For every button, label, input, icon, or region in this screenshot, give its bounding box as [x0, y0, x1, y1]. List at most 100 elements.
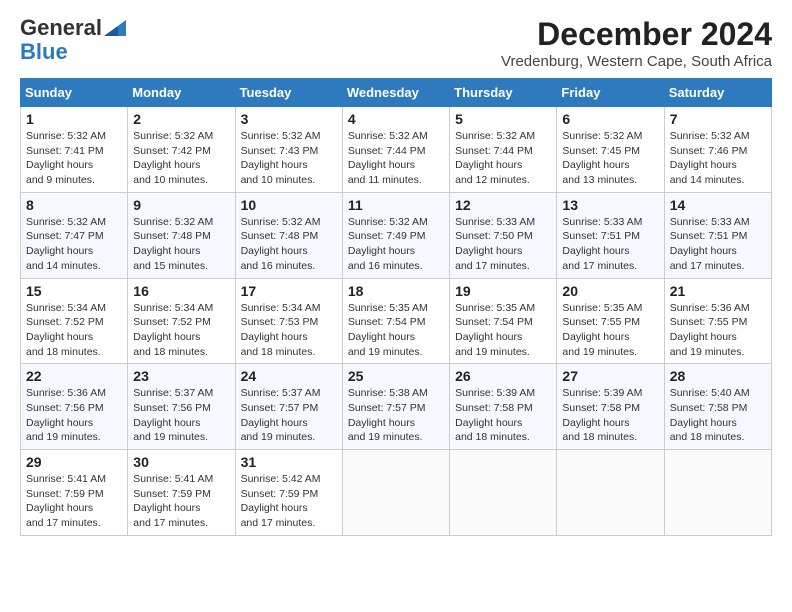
day-info: Sunrise: 5:32 AM Sunset: 7:44 PM Dayligh…: [348, 129, 444, 188]
day-info: Sunrise: 5:40 AM Sunset: 7:58 PM Dayligh…: [670, 386, 766, 445]
day-info: Sunrise: 5:36 AM Sunset: 7:56 PM Dayligh…: [26, 386, 122, 445]
day-info: Sunrise: 5:32 AM Sunset: 7:45 PM Dayligh…: [562, 129, 658, 188]
calendar-header-saturday: Saturday: [664, 79, 771, 107]
day-number: 14: [670, 197, 766, 213]
day-number: 21: [670, 283, 766, 299]
day-number: 5: [455, 111, 551, 127]
calendar-cell: 7 Sunrise: 5:32 AM Sunset: 7:46 PM Dayli…: [664, 107, 771, 193]
calendar-cell: 16 Sunrise: 5:34 AM Sunset: 7:52 PM Dayl…: [128, 278, 235, 364]
calendar-cell: [450, 450, 557, 536]
day-number: 2: [133, 111, 229, 127]
calendar-header-row: SundayMondayTuesdayWednesdayThursdayFrid…: [21, 79, 772, 107]
day-info: Sunrise: 5:33 AM Sunset: 7:51 PM Dayligh…: [670, 215, 766, 274]
calendar-cell: 13 Sunrise: 5:33 AM Sunset: 7:51 PM Dayl…: [557, 192, 664, 278]
day-info: Sunrise: 5:32 AM Sunset: 7:48 PM Dayligh…: [133, 215, 229, 274]
calendar-header-sunday: Sunday: [21, 79, 128, 107]
day-number: 3: [241, 111, 337, 127]
day-info: Sunrise: 5:32 AM Sunset: 7:44 PM Dayligh…: [455, 129, 551, 188]
day-number: 8: [26, 197, 122, 213]
day-number: 12: [455, 197, 551, 213]
calendar-cell: 22 Sunrise: 5:36 AM Sunset: 7:56 PM Dayl…: [21, 364, 128, 450]
calendar-cell: 18 Sunrise: 5:35 AM Sunset: 7:54 PM Dayl…: [342, 278, 449, 364]
calendar-cell: 25 Sunrise: 5:38 AM Sunset: 7:57 PM Dayl…: [342, 364, 449, 450]
logo: General Blue: [20, 16, 126, 64]
calendar-week-2: 8 Sunrise: 5:32 AM Sunset: 7:47 PM Dayli…: [21, 192, 772, 278]
title-block: December 2024 Vredenburg, Western Cape, …: [501, 16, 772, 70]
day-info: Sunrise: 5:33 AM Sunset: 7:50 PM Dayligh…: [455, 215, 551, 274]
calendar-cell: 4 Sunrise: 5:32 AM Sunset: 7:44 PM Dayli…: [342, 107, 449, 193]
day-number: 20: [562, 283, 658, 299]
day-number: 16: [133, 283, 229, 299]
day-info: Sunrise: 5:36 AM Sunset: 7:55 PM Dayligh…: [670, 301, 766, 360]
day-number: 22: [26, 368, 122, 384]
calendar-cell: 28 Sunrise: 5:40 AM Sunset: 7:58 PM Dayl…: [664, 364, 771, 450]
calendar-week-3: 15 Sunrise: 5:34 AM Sunset: 7:52 PM Dayl…: [21, 278, 772, 364]
day-number: 1: [26, 111, 122, 127]
day-info: Sunrise: 5:32 AM Sunset: 7:48 PM Dayligh…: [241, 215, 337, 274]
calendar-cell: 12 Sunrise: 5:33 AM Sunset: 7:50 PM Dayl…: [450, 192, 557, 278]
day-number: 17: [241, 283, 337, 299]
day-info: Sunrise: 5:32 AM Sunset: 7:46 PM Dayligh…: [670, 129, 766, 188]
day-info: Sunrise: 5:32 AM Sunset: 7:42 PM Dayligh…: [133, 129, 229, 188]
day-info: Sunrise: 5:34 AM Sunset: 7:52 PM Dayligh…: [133, 301, 229, 360]
calendar-cell: 2 Sunrise: 5:32 AM Sunset: 7:42 PM Dayli…: [128, 107, 235, 193]
calendar-cell: 15 Sunrise: 5:34 AM Sunset: 7:52 PM Dayl…: [21, 278, 128, 364]
day-number: 7: [670, 111, 766, 127]
location-title: Vredenburg, Western Cape, South Africa: [501, 53, 772, 70]
calendar-cell: 29 Sunrise: 5:41 AM Sunset: 7:59 PM Dayl…: [21, 450, 128, 536]
calendar-header-wednesday: Wednesday: [342, 79, 449, 107]
day-info: Sunrise: 5:39 AM Sunset: 7:58 PM Dayligh…: [455, 386, 551, 445]
calendar-cell: [664, 450, 771, 536]
day-info: Sunrise: 5:34 AM Sunset: 7:52 PM Dayligh…: [26, 301, 122, 360]
logo-general-text: General: [20, 16, 102, 40]
day-info: Sunrise: 5:41 AM Sunset: 7:59 PM Dayligh…: [133, 472, 229, 531]
calendar-cell: 24 Sunrise: 5:37 AM Sunset: 7:57 PM Dayl…: [235, 364, 342, 450]
day-info: Sunrise: 5:32 AM Sunset: 7:47 PM Dayligh…: [26, 215, 122, 274]
calendar-cell: 9 Sunrise: 5:32 AM Sunset: 7:48 PM Dayli…: [128, 192, 235, 278]
calendar-cell: 6 Sunrise: 5:32 AM Sunset: 7:45 PM Dayli…: [557, 107, 664, 193]
calendar-cell: 14 Sunrise: 5:33 AM Sunset: 7:51 PM Dayl…: [664, 192, 771, 278]
day-number: 19: [455, 283, 551, 299]
day-number: 10: [241, 197, 337, 213]
day-number: 30: [133, 454, 229, 470]
calendar-header-thursday: Thursday: [450, 79, 557, 107]
calendar-header-tuesday: Tuesday: [235, 79, 342, 107]
day-number: 29: [26, 454, 122, 470]
day-info: Sunrise: 5:32 AM Sunset: 7:43 PM Dayligh…: [241, 129, 337, 188]
day-info: Sunrise: 5:35 AM Sunset: 7:55 PM Dayligh…: [562, 301, 658, 360]
calendar-cell: [557, 450, 664, 536]
day-info: Sunrise: 5:32 AM Sunset: 7:41 PM Dayligh…: [26, 129, 122, 188]
day-info: Sunrise: 5:32 AM Sunset: 7:49 PM Dayligh…: [348, 215, 444, 274]
calendar-table: SundayMondayTuesdayWednesdayThursdayFrid…: [20, 78, 772, 536]
calendar-cell: 27 Sunrise: 5:39 AM Sunset: 7:58 PM Dayl…: [557, 364, 664, 450]
day-number: 28: [670, 368, 766, 384]
calendar-week-5: 29 Sunrise: 5:41 AM Sunset: 7:59 PM Dayl…: [21, 450, 772, 536]
day-number: 15: [26, 283, 122, 299]
day-info: Sunrise: 5:34 AM Sunset: 7:53 PM Dayligh…: [241, 301, 337, 360]
day-number: 13: [562, 197, 658, 213]
day-number: 25: [348, 368, 444, 384]
calendar-cell: 20 Sunrise: 5:35 AM Sunset: 7:55 PM Dayl…: [557, 278, 664, 364]
calendar-cell: 8 Sunrise: 5:32 AM Sunset: 7:47 PM Dayli…: [21, 192, 128, 278]
page-header: General Blue December 2024 Vredenburg, W…: [20, 16, 772, 70]
day-info: Sunrise: 5:38 AM Sunset: 7:57 PM Dayligh…: [348, 386, 444, 445]
month-title: December 2024: [501, 16, 772, 53]
calendar-week-4: 22 Sunrise: 5:36 AM Sunset: 7:56 PM Dayl…: [21, 364, 772, 450]
logo-icon: [104, 20, 126, 36]
calendar-cell: 5 Sunrise: 5:32 AM Sunset: 7:44 PM Dayli…: [450, 107, 557, 193]
calendar-cell: 30 Sunrise: 5:41 AM Sunset: 7:59 PM Dayl…: [128, 450, 235, 536]
day-info: Sunrise: 5:39 AM Sunset: 7:58 PM Dayligh…: [562, 386, 658, 445]
calendar-cell: 11 Sunrise: 5:32 AM Sunset: 7:49 PM Dayl…: [342, 192, 449, 278]
day-number: 11: [348, 197, 444, 213]
day-info: Sunrise: 5:33 AM Sunset: 7:51 PM Dayligh…: [562, 215, 658, 274]
day-info: Sunrise: 5:41 AM Sunset: 7:59 PM Dayligh…: [26, 472, 122, 531]
day-info: Sunrise: 5:42 AM Sunset: 7:59 PM Dayligh…: [241, 472, 337, 531]
day-number: 4: [348, 111, 444, 127]
day-number: 31: [241, 454, 337, 470]
calendar-cell: 21 Sunrise: 5:36 AM Sunset: 7:55 PM Dayl…: [664, 278, 771, 364]
calendar-header-friday: Friday: [557, 79, 664, 107]
calendar-cell: 23 Sunrise: 5:37 AM Sunset: 7:56 PM Dayl…: [128, 364, 235, 450]
calendar-cell: 19 Sunrise: 5:35 AM Sunset: 7:54 PM Dayl…: [450, 278, 557, 364]
calendar-header-monday: Monday: [128, 79, 235, 107]
logo-blue-text: Blue: [20, 40, 68, 64]
